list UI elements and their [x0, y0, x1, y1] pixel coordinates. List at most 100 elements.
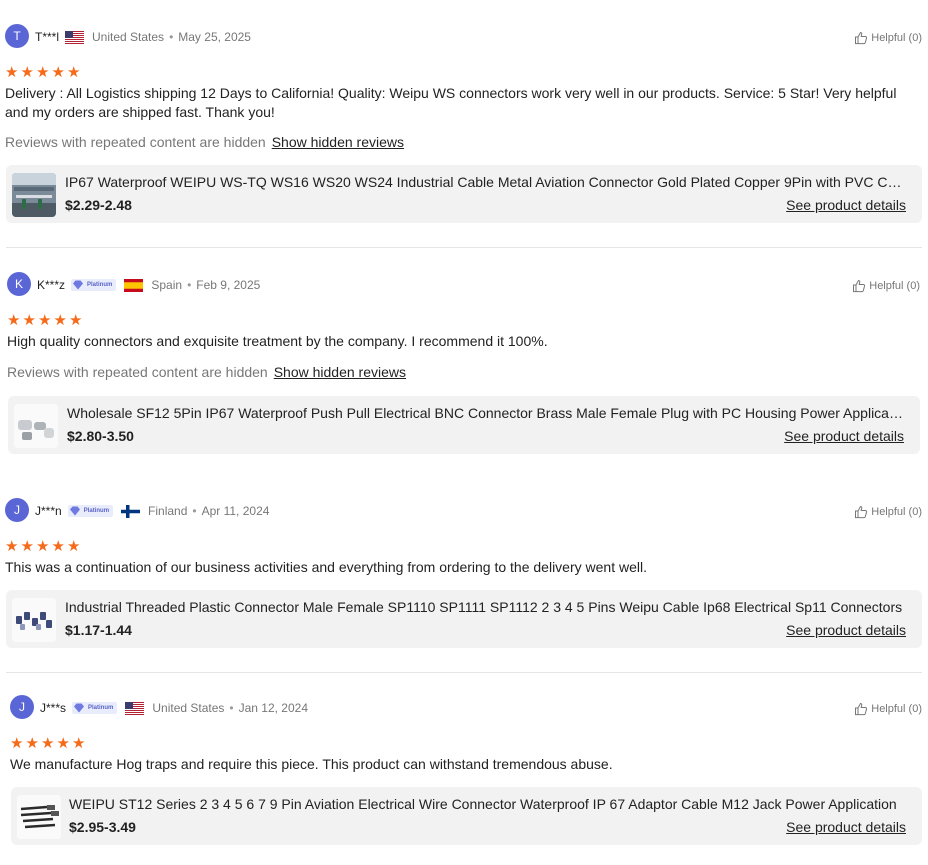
separator-dot: • — [229, 701, 234, 715]
review-text: High quality connectors and exquisite tr… — [7, 333, 548, 349]
diamond-icon — [74, 703, 85, 713]
diamond-icon — [73, 280, 84, 290]
divider — [6, 247, 922, 248]
product-card[interactable]: WEIPU ST12 Series 2 3 4 5 6 7 9 Pin Avia… — [11, 787, 922, 845]
star-icon: ★ — [56, 735, 70, 752]
badge-label: Platinum — [88, 705, 114, 711]
country: Spain — [151, 278, 183, 292]
thumbs-up-icon — [855, 505, 868, 519]
connector-set-icon — [12, 598, 56, 642]
review-date: Apr 11, 2024 — [201, 504, 270, 518]
hidden-reviews-note: Reviews with repeated content are hidden — [7, 364, 268, 380]
helpful-button[interactable]: Helpful (0) — [854, 505, 922, 519]
star-rating: ★ ★ ★ ★ ★ — [5, 539, 83, 554]
product-title[interactable]: IP67 Waterproof WEIPU WS-TQ WS16 WS20 WS… — [65, 174, 907, 190]
see-product-details-link[interactable]: See product details — [786, 197, 906, 213]
review-header: J J***s Platinum United States • Jan 12,… — [10, 695, 922, 721]
helpful-label: Helpful (0) — [871, 506, 922, 518]
star-icon: ★ — [67, 64, 81, 81]
username: J***n — [35, 504, 62, 518]
star-icon: ★ — [36, 64, 50, 81]
reviewer-meta: K***z Platinum Spain • Feb 9, 2025 — [37, 276, 260, 294]
review-date: May 25, 2025 — [178, 30, 251, 44]
helpful-button[interactable]: Helpful (0) — [854, 31, 922, 45]
hidden-reviews-note: Reviews with repeated content are hidden — [5, 134, 266, 150]
see-product-details-link[interactable]: See product details — [786, 622, 906, 638]
star-icon: ★ — [7, 312, 21, 329]
product-price: $2.80-3.50 — [67, 428, 134, 444]
review-header: J J***n Platinum Finland • Apr 11, 2024 … — [5, 498, 922, 524]
separator-dot: • — [169, 30, 174, 44]
product-price: $1.17-1.44 — [65, 622, 132, 638]
star-icon: ★ — [67, 538, 81, 555]
product-card[interactable]: Wholesale SF12 5Pin IP67 Waterproof Push… — [8, 396, 920, 454]
separator-dot: • — [192, 504, 197, 518]
helpful-button[interactable]: Helpful (0) — [854, 702, 922, 716]
badge-label: Platinum — [87, 282, 113, 288]
see-product-details-link[interactable]: See product details — [786, 819, 906, 835]
star-icon: ★ — [72, 735, 86, 752]
star-icon: ★ — [5, 64, 19, 81]
reviewer-meta: J***n Platinum Finland • Apr 11, 2024 — [35, 502, 269, 520]
star-icon: ★ — [22, 312, 36, 329]
product-card[interactable]: IP67 Waterproof WEIPU WS-TQ WS16 WS20 WS… — [6, 165, 922, 223]
platinum-badge: Platinum — [67, 505, 114, 517]
product-title[interactable]: Wholesale SF12 5Pin IP67 Waterproof Push… — [67, 405, 905, 421]
review-date: Feb 9, 2025 — [196, 278, 261, 292]
cable-photo-icon — [17, 795, 61, 839]
product-card[interactable]: Industrial Threaded Plastic Connector Ma… — [6, 590, 922, 648]
connector-photo-icon — [14, 404, 58, 448]
separator-dot: • — [187, 278, 192, 292]
star-icon: ★ — [41, 735, 55, 752]
review-text: Delivery : All Logistics shipping 12 Day… — [5, 85, 897, 120]
helpful-button[interactable]: Helpful (0) — [852, 279, 920, 293]
star-rating: ★ ★ ★ ★ ★ — [5, 65, 83, 80]
product-title[interactable]: WEIPU ST12 Series 2 3 4 5 6 7 9 Pin Avia… — [69, 796, 907, 812]
star-icon: ★ — [5, 538, 19, 555]
star-rating: ★ ★ ★ ★ ★ — [7, 313, 85, 328]
us-flag-icon — [125, 701, 145, 715]
diamond-icon — [69, 506, 80, 516]
reviewer-meta: T***l United States • May 25, 2025 — [35, 28, 251, 46]
username: T***l — [35, 30, 60, 44]
thumbs-up-icon — [855, 702, 868, 716]
product-price: $2.95-3.49 — [69, 819, 136, 835]
helpful-label: Helpful (0) — [871, 32, 922, 44]
product-title[interactable]: Industrial Threaded Plastic Connector Ma… — [65, 599, 907, 615]
reviewer-meta: J***s Platinum United States • Jan 12, 2… — [40, 699, 308, 717]
username: K***z — [37, 278, 66, 292]
country: United States — [92, 30, 165, 44]
hidden-reviews-row: Reviews with repeated content are hidden… — [5, 134, 404, 150]
see-product-details-link[interactable]: See product details — [784, 428, 904, 444]
star-icon: ★ — [20, 64, 34, 81]
review-text: We manufacture Hog traps and require thi… — [10, 756, 613, 772]
helpful-label: Helpful (0) — [869, 280, 920, 292]
us-flag-icon — [65, 30, 85, 44]
factory-photo-icon — [12, 173, 56, 217]
star-icon: ★ — [69, 312, 83, 329]
avatar: J — [5, 498, 29, 522]
star-icon: ★ — [51, 538, 65, 555]
show-hidden-reviews-link[interactable]: Show hidden reviews — [272, 134, 404, 150]
review-date: Jan 12, 2024 — [238, 701, 309, 715]
star-icon: ★ — [51, 64, 65, 81]
star-icon: ★ — [10, 735, 24, 752]
platinum-badge: Platinum — [71, 279, 117, 291]
star-icon: ★ — [20, 538, 34, 555]
divider — [6, 672, 922, 673]
username: J***s — [40, 701, 67, 715]
product-price: $2.29-2.48 — [65, 197, 132, 213]
badge-label: Platinum — [83, 508, 110, 514]
review-text: This was a continuation of our business … — [5, 559, 647, 575]
helpful-label: Helpful (0) — [871, 703, 922, 715]
star-rating: ★ ★ ★ ★ ★ — [10, 736, 88, 751]
show-hidden-reviews-link[interactable]: Show hidden reviews — [274, 364, 406, 380]
avatar: J — [10, 695, 34, 719]
country: United States — [152, 701, 225, 715]
avatar: T — [5, 24, 29, 48]
star-icon: ★ — [25, 735, 39, 752]
avatar: K — [7, 272, 31, 296]
es-flag-icon — [124, 278, 144, 292]
fi-flag-icon — [121, 504, 141, 518]
review-header: T T***l United States • May 25, 2025 Hel… — [5, 24, 922, 50]
